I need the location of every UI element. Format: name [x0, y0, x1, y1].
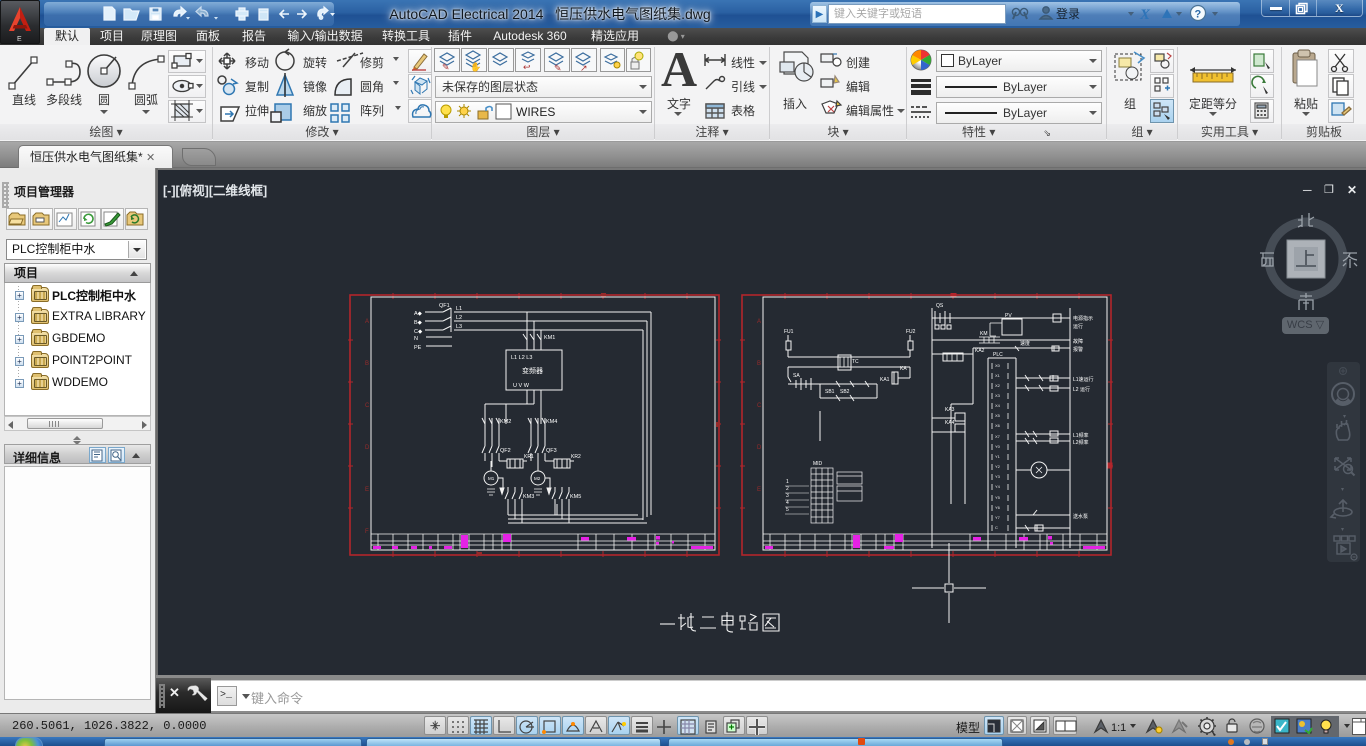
svg-text:Y1: Y1 [995, 454, 1001, 459]
svg-text:L1速运行: L1速运行 [1073, 376, 1094, 383]
svg-text:FU2: FU2 [906, 329, 916, 335]
svg-text:L3: L3 [456, 324, 462, 330]
svg-text:3: 3 [786, 493, 789, 499]
svg-text:L1 L2 L3: L1 L2 L3 [511, 355, 532, 361]
svg-text:KM: KM [980, 331, 988, 337]
svg-text:A: A [365, 319, 369, 325]
svg-text:M2: M2 [534, 476, 541, 481]
svg-text:Y6: Y6 [995, 505, 1001, 510]
svg-text:5: 5 [786, 507, 789, 513]
svg-text:Y0: Y0 [995, 444, 1001, 449]
svg-text:N: N [414, 336, 418, 342]
svg-text:SB2: SB2 [840, 389, 850, 395]
svg-text:2: 2 [786, 486, 789, 492]
svg-text:X: X [1139, 7, 1151, 23]
svg-text:X3: X3 [995, 393, 1001, 398]
svg-text:A◆: A◆ [414, 311, 423, 317]
svg-text:PV: PV [1005, 313, 1012, 319]
svg-text:B: B [757, 361, 761, 367]
svg-text:KA2: KA2 [975, 348, 985, 354]
svg-text:↗: ↗ [580, 63, 588, 73]
svg-text:SA: SA [793, 373, 800, 379]
svg-text:C: C [757, 403, 762, 409]
svg-text:D: D [365, 445, 370, 451]
svg-text:L2: L2 [456, 315, 462, 321]
svg-text:X7: X7 [995, 434, 1001, 439]
svg-text:C: C [365, 403, 370, 409]
svg-text:QS: QS [936, 303, 944, 309]
svg-text:F: F [365, 529, 369, 535]
svg-text:L1: L1 [456, 306, 462, 312]
svg-text:B: B [365, 361, 369, 367]
svg-text:L1频率: L1频率 [1073, 432, 1089, 439]
svg-text:B◆: B◆ [414, 320, 423, 326]
svg-text:X6: X6 [995, 423, 1001, 428]
svg-text:✎: ✎ [554, 63, 562, 73]
svg-text:KM5: KM5 [570, 494, 581, 500]
svg-text:X4: X4 [995, 403, 1001, 408]
svg-text:✋: ✋ [470, 61, 481, 72]
svg-text:KM1: KM1 [544, 335, 555, 341]
svg-text:4: 4 [786, 500, 789, 506]
svg-text:X2: X2 [995, 383, 1001, 388]
svg-text:WIRES: WIRES [516, 105, 555, 119]
svg-text:✎: ✎ [442, 62, 450, 72]
svg-text:TC: TC [852, 359, 859, 365]
svg-text:D: D [757, 445, 762, 451]
svg-text:QF1: QF1 [439, 303, 450, 309]
svg-text:L2频率: L2频率 [1073, 439, 1089, 446]
svg-text:故障: 故障 [1073, 338, 1083, 345]
svg-text:M1: M1 [488, 476, 495, 481]
svg-text:登录: 登录 [1056, 6, 1080, 21]
svg-text:KM2: KM2 [500, 419, 511, 425]
svg-text:KA1: KA1 [880, 377, 890, 383]
svg-text:E: E [365, 487, 369, 493]
svg-text:1: 1 [786, 479, 789, 485]
svg-text:KR2: KR2 [571, 454, 581, 460]
svg-text:Y7: Y7 [995, 515, 1001, 520]
svg-text:KR1: KR1 [524, 454, 534, 460]
svg-text:速度: 速度 [1020, 340, 1030, 347]
svg-text:Y3: Y3 [995, 474, 1001, 479]
svg-text:变频器: 变频器 [522, 366, 543, 375]
svg-text:KA4: KA4 [945, 420, 955, 426]
svg-text:KM3: KM3 [523, 494, 534, 500]
svg-text:C◆: C◆ [414, 329, 423, 335]
svg-text:Y2: Y2 [995, 464, 1001, 469]
svg-text:↩: ↩ [523, 62, 531, 72]
svg-text:送水泵: 送水泵 [1073, 513, 1088, 520]
svg-text:1:1: 1:1 [1111, 722, 1126, 734]
svg-text:E: E [757, 487, 761, 493]
svg-text:X5: X5 [995, 413, 1001, 418]
svg-text:报警: 报警 [1073, 346, 1083, 353]
svg-text:L2 运行: L2 运行 [1073, 386, 1090, 393]
svg-text:KA3: KA3 [945, 407, 955, 413]
svg-text:QF2: QF2 [500, 448, 511, 454]
svg-text:运行: 运行 [1073, 323, 1083, 330]
svg-text:PE: PE [414, 345, 422, 351]
svg-text:A: A [757, 319, 761, 325]
svg-text:KA: KA [900, 366, 907, 372]
svg-text:KM4: KM4 [546, 419, 557, 425]
svg-text:C: C [995, 525, 998, 530]
svg-text:X0: X0 [995, 363, 1001, 368]
svg-text:FU1: FU1 [784, 329, 794, 335]
svg-text:E: E [17, 36, 22, 43]
svg-text:SB1: SB1 [825, 389, 835, 395]
svg-text:PLC: PLC [993, 352, 1003, 358]
svg-text:?: ? [1195, 9, 1202, 21]
svg-text:Y5: Y5 [995, 495, 1001, 500]
svg-text:MID: MID [813, 461, 823, 467]
svg-text:X1: X1 [995, 373, 1001, 378]
svg-text:电源指示: 电源指示 [1073, 315, 1093, 322]
svg-text:Y4: Y4 [995, 484, 1001, 489]
svg-text:QF3: QF3 [546, 448, 557, 454]
svg-text:U V W: U V W [513, 383, 530, 389]
